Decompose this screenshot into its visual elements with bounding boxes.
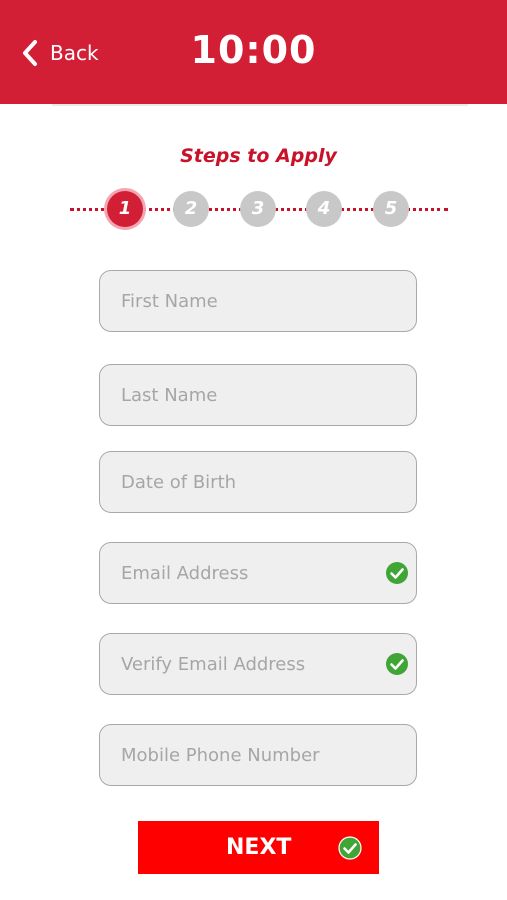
last-name-field xyxy=(99,364,417,426)
check-circle-icon xyxy=(386,653,408,675)
step-4: 4 xyxy=(306,191,342,227)
check-circle-icon xyxy=(386,562,408,584)
step-1: 1 xyxy=(107,191,143,227)
progress-stepper: 1 2 3 4 5 xyxy=(70,189,448,229)
email-field xyxy=(99,542,417,604)
last-name-input[interactable] xyxy=(100,365,416,425)
step-5: 5 xyxy=(373,191,409,227)
check-circle-icon xyxy=(338,836,362,860)
steps-title: Steps to Apply xyxy=(180,145,337,167)
email-input[interactable] xyxy=(100,543,416,603)
app-header: Back 10:00 xyxy=(0,0,507,104)
verify-email-input[interactable] xyxy=(100,634,416,694)
date-of-birth-field xyxy=(99,451,417,513)
verify-email-field xyxy=(99,633,417,695)
first-name-input[interactable] xyxy=(100,271,416,331)
first-name-field xyxy=(99,270,417,332)
step-3: 3 xyxy=(240,191,276,227)
step-2: 2 xyxy=(173,191,209,227)
next-button[interactable]: NEXT xyxy=(138,821,379,874)
timer-display: 10:00 xyxy=(190,28,317,72)
next-button-label: NEXT xyxy=(226,835,292,860)
mobile-phone-input[interactable] xyxy=(100,725,416,785)
mobile-phone-field xyxy=(99,724,417,786)
header-divider xyxy=(52,104,468,106)
date-of-birth-input[interactable] xyxy=(100,452,416,512)
